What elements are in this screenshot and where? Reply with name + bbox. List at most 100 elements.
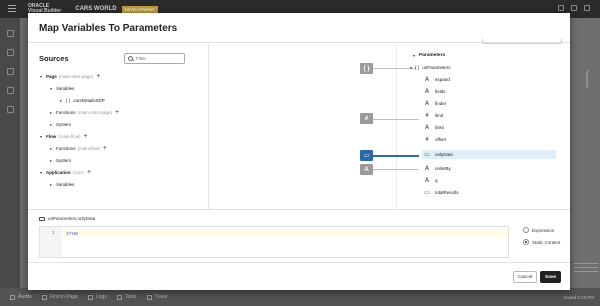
number-port-icon[interactable]: #	[360, 113, 373, 124]
expression-editor[interactable]: 1 true	[39, 226, 509, 258]
saved-timestamp: Saved 2:18 PM	[563, 294, 594, 300]
object-icon: { }	[415, 65, 420, 70]
cancel-button[interactable]: Cancel	[513, 271, 537, 283]
tree-node-page[interactable]: Page (main-start-page) +	[40, 73, 100, 80]
tree-node-application-variables[interactable]: Variables	[50, 182, 74, 187]
environment-badge: DEVELOPMENT	[121, 5, 158, 13]
param-totalresults[interactable]: ▭ totalResults	[422, 188, 458, 197]
navigator-icon-2[interactable]	[6, 49, 14, 56]
tag-port-icon[interactable]: ▭	[360, 150, 373, 161]
navigator-icon-4[interactable]	[6, 87, 14, 94]
uri-parameters-node[interactable]: { } uriParameters	[410, 63, 451, 72]
menu-lines-icon	[574, 260, 598, 275]
boolean-type-icon	[39, 216, 45, 221]
add-icon[interactable]: +	[103, 145, 107, 152]
param-finder[interactable]: Afinder	[422, 99, 446, 108]
add-icon[interactable]: +	[115, 109, 119, 116]
status-logs[interactable]: Logs	[87, 294, 107, 300]
status-find-in-page[interactable]: Find in Page	[41, 294, 78, 300]
param-orderby[interactable]: AorderBy	[422, 164, 451, 173]
object-port-icon[interactable]: { }	[360, 63, 373, 74]
tree-node-flow[interactable]: Flow (main-flow) +	[40, 133, 88, 140]
param-offset[interactable]: # offset	[422, 135, 446, 144]
param-fields[interactable]: Afields	[422, 87, 446, 96]
text-type-icon: A	[424, 76, 430, 83]
status-tests[interactable]: Tests	[116, 294, 137, 300]
active-connector-line	[373, 155, 419, 157]
number-type-icon: #	[425, 136, 429, 143]
boolean-type-icon: ▭	[424, 190, 430, 196]
param-q[interactable]: Aq	[422, 176, 438, 185]
chevron-down-icon[interactable]	[40, 75, 42, 78]
add-icon[interactable]: +	[84, 133, 88, 140]
active-line	[62, 229, 508, 237]
tree-node-application[interactable]: Application (cars) +	[40, 169, 91, 176]
connector-line	[373, 169, 419, 170]
filter-input[interactable]	[136, 56, 182, 61]
boolean-type-icon: ▭	[424, 152, 430, 158]
map-variables-dialog: Map Variables To Parameters Sources Page…	[28, 13, 570, 290]
expression-panel: uriParameters.onlyData 1 true Expression…	[28, 209, 570, 262]
tree-node-flow-functions[interactable]: Functions (main-flow) +	[50, 145, 107, 152]
param-links[interactable]: Alinks	[422, 123, 444, 132]
sources-filter[interactable]	[124, 53, 185, 64]
chevron-down-icon[interactable]	[413, 54, 415, 57]
chevron-right-icon[interactable]	[50, 123, 52, 126]
top-bar-actions	[558, 5, 590, 11]
text-type-icon: A	[424, 88, 430, 95]
add-icon[interactable]: +	[96, 73, 100, 80]
chevron-right-icon[interactable]	[50, 183, 52, 186]
sources-title: Sources	[39, 54, 69, 63]
user-menu-icon[interactable]	[584, 5, 590, 11]
target-filter-input[interactable]	[482, 39, 562, 44]
chevron-down-icon[interactable]	[40, 171, 42, 174]
line-number: 1	[52, 231, 55, 236]
param-onlydata[interactable]: ▭ onlyData	[422, 150, 556, 159]
add-icon[interactable]: +	[87, 169, 91, 176]
properties-tab[interactable]: Properties	[585, 70, 590, 88]
status-audits[interactable]: Audits	[10, 294, 32, 300]
chevron-right-icon[interactable]	[50, 111, 52, 114]
chevron-right-icon[interactable]	[50, 159, 52, 162]
radio-expression[interactable]: Expression	[523, 227, 560, 233]
tree-node-page-system[interactable]: System	[50, 122, 71, 127]
text-type-icon: A	[424, 165, 430, 172]
object-icon: { }	[66, 98, 71, 103]
publish-icon[interactable]	[571, 5, 577, 11]
tree-node-flow-system[interactable]: System	[50, 158, 71, 163]
tree-node-page-functions[interactable]: Functions (main-start-page) +	[50, 109, 119, 116]
chevron-right-icon[interactable]	[50, 147, 52, 150]
chevron-down-icon[interactable]	[50, 87, 52, 90]
radio-button[interactable]	[523, 227, 529, 233]
expression-code[interactable]: true	[66, 231, 78, 237]
number-type-icon: #	[425, 112, 429, 119]
status-trace[interactable]: Trace	[146, 294, 167, 300]
tree-node-carsdetailssdp[interactable]: { } carsDetailsSDP	[60, 98, 105, 103]
radio-button-selected[interactable]	[523, 239, 529, 245]
param-limit[interactable]: # limit	[422, 111, 443, 120]
text-type-icon: A	[424, 177, 430, 184]
parameters-node[interactable]: Parameters	[413, 53, 445, 58]
app-name: CARS WORLD	[75, 6, 117, 12]
tree-node-page-variables[interactable]: Variables	[50, 86, 74, 91]
connector-line	[373, 119, 419, 120]
editor-gutter	[40, 227, 62, 257]
dialog-footer: Cancel Save	[28, 262, 570, 290]
hamburger-menu-icon[interactable]	[8, 5, 16, 12]
text-port-icon[interactable]: A	[360, 164, 373, 175]
param-expand[interactable]: Aexpand	[422, 75, 450, 84]
chevron-down-icon[interactable]	[40, 135, 42, 138]
save-button[interactable]: Save	[540, 271, 561, 283]
search-icon	[128, 56, 133, 61]
chevron-down-icon[interactable]	[410, 66, 412, 69]
navigator-icon-1[interactable]	[6, 30, 14, 37]
preview-icon[interactable]	[558, 5, 564, 11]
dialog-header: Map Variables To Parameters	[28, 13, 570, 44]
navigator-icon-5[interactable]	[6, 106, 14, 113]
navigator-icon-3[interactable]	[6, 68, 14, 75]
radio-static-content[interactable]: Static Content	[523, 239, 560, 245]
expression-label: uriParameters.onlyData	[39, 216, 95, 221]
content-type-radios: Expression Static Content	[523, 227, 560, 251]
sources-panel: Sources Page (main-start-page) + Variabl…	[28, 44, 209, 209]
chevron-right-icon[interactable]	[60, 99, 62, 102]
